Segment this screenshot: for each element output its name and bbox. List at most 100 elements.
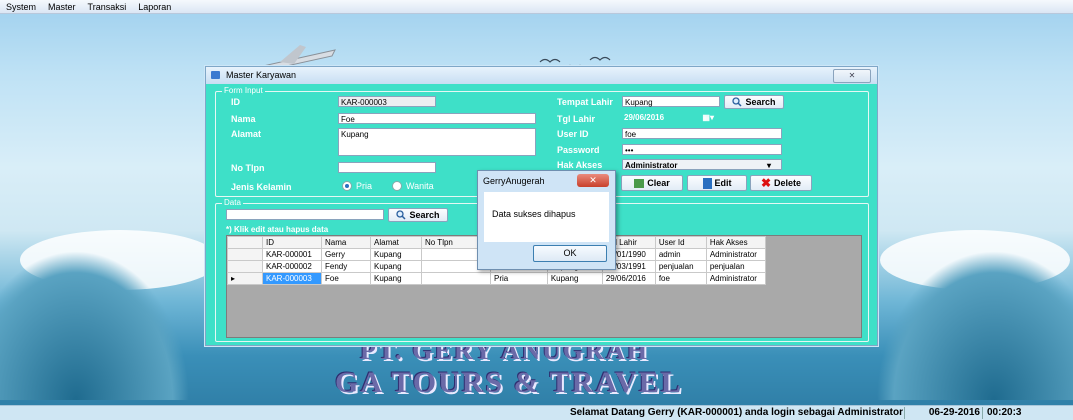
- table-cell[interactable]: Administrator: [705, 272, 766, 285]
- clear-icon: [634, 178, 645, 188]
- edit-icon: [702, 177, 712, 189]
- alamat-label: Alamat: [231, 129, 262, 139]
- radio-pria[interactable]: Pria: [342, 181, 372, 191]
- delete-x-icon: ✖: [760, 176, 772, 190]
- radio-wanita-label: Wanita: [406, 181, 434, 191]
- password-label: Password: [557, 145, 600, 155]
- alamat-field[interactable]: Kupang: [338, 128, 536, 156]
- brand-tagline: GA TOURS & TRAVEL: [335, 366, 683, 399]
- data-hint: *) Klik edit atau hapus data: [226, 225, 329, 234]
- no-tlpn-label: No Tlpn: [231, 163, 265, 173]
- password-field[interactable]: •••: [622, 144, 782, 155]
- search-icon: [396, 210, 407, 220]
- tgl-lahir-picker[interactable]: 29/06/2016 ▦▾: [622, 112, 720, 123]
- radio-wanita[interactable]: Wanita: [392, 181, 434, 191]
- table-cell[interactable]: penjualan: [705, 260, 766, 273]
- clear-button[interactable]: Clear: [621, 175, 683, 191]
- tgl-lahir-label: Tgl Lahir: [557, 114, 595, 124]
- nama-label: Nama: [231, 114, 256, 124]
- table-cell[interactable]: Fendy: [321, 260, 371, 273]
- table-cell[interactable]: KAR-000001: [262, 248, 322, 261]
- status-message: Selamat Datang Gerry (KAR-000001) anda l…: [569, 407, 903, 418]
- window-close-button[interactable]: ✕: [833, 69, 871, 83]
- dialog-ok-button[interactable]: OK: [533, 245, 607, 262]
- clear-button-label: Clear: [647, 178, 670, 188]
- table-cell[interactable]: Gerry: [321, 248, 371, 261]
- delete-button[interactable]: ✖ Delete: [750, 175, 812, 191]
- table-cell[interactable]: [421, 272, 491, 285]
- menu-system[interactable]: System: [6, 2, 36, 12]
- status-separator: [904, 407, 905, 419]
- tempat-lahir-label: Tempat Lahir: [557, 97, 613, 107]
- menu-laporan[interactable]: Laporan: [138, 2, 171, 12]
- status-date: 06-29-2016: [928, 407, 980, 418]
- column-header[interactable]: Nama: [321, 236, 371, 249]
- radio-pria-dot: [342, 181, 352, 191]
- jenis-kelamin-label: Jenis Kelamin: [231, 182, 292, 192]
- hak-akses-value: Administrator: [625, 161, 678, 170]
- nama-field[interactable]: Foe: [338, 113, 536, 124]
- table-cell[interactable]: KAR-000002: [262, 260, 322, 273]
- table-cell[interactable]: Administrator: [705, 248, 766, 261]
- calendar-icon[interactable]: ▦▾: [702, 112, 714, 123]
- row-selector[interactable]: [227, 260, 263, 273]
- chevron-down-icon: ▾: [766, 161, 771, 170]
- user-id-field[interactable]: foe: [622, 128, 782, 139]
- status-time: 00:20:3: [987, 407, 1022, 418]
- menu-master[interactable]: Master: [48, 2, 76, 12]
- menu-bar: System Master Transaksi Laporan: [0, 0, 1073, 14]
- data-search-input[interactable]: [226, 209, 384, 220]
- row-selector[interactable]: ▸: [227, 272, 263, 285]
- message-dialog: GerryAnugerah ✕ Data sukses dihapus OK: [477, 170, 616, 270]
- column-header[interactable]: Alamat: [370, 236, 422, 249]
- background-globe-right: [876, 250, 1073, 400]
- dialog-message: Data sukses dihapus: [492, 209, 576, 219]
- table-cell[interactable]: Pria: [490, 272, 548, 285]
- delete-button-label: Delete: [774, 178, 802, 188]
- table-row[interactable]: ▸ KAR-000003 Foe Kupang Pria Kupang 29/06/2016…: [227, 272, 766, 285]
- hak-akses-select[interactable]: Administrator ▾: [622, 159, 782, 170]
- search-tempat-button[interactable]: Search: [724, 95, 784, 109]
- column-header[interactable]: ID: [262, 236, 322, 249]
- tempat-lahir-field[interactable]: Kupang: [622, 96, 720, 107]
- row-selector[interactable]: [227, 248, 263, 261]
- hak-akses-label: Hak Akses: [557, 160, 603, 170]
- table-cell[interactable]: Foe: [321, 272, 371, 285]
- table-cell[interactable]: 29/06/2016: [601, 272, 656, 285]
- radio-pria-label: Pria: [356, 181, 373, 191]
- data-search-button[interactable]: Search: [388, 208, 448, 222]
- radio-wanita-dot: [392, 181, 402, 191]
- window-app-icon: [211, 71, 220, 79]
- table-cell[interactable]: Kupang: [370, 260, 422, 273]
- tgl-lahir-value: 29/06/2016: [624, 113, 665, 122]
- edit-button[interactable]: Edit: [687, 175, 747, 191]
- window-title: Master Karyawan: [226, 70, 297, 80]
- table-cell[interactable]: foe: [654, 272, 707, 285]
- table-cell[interactable]: admin: [654, 248, 707, 261]
- menu-transaksi[interactable]: Transaksi: [88, 2, 127, 12]
- no-tlpn-field[interactable]: [338, 162, 436, 173]
- row-header-corner: [227, 236, 263, 249]
- status-separator: [982, 407, 983, 419]
- window-titlebar: Master Karyawan ✕: [206, 67, 877, 84]
- data-group-label: Data: [222, 198, 243, 207]
- table-cell[interactable]: KAR-000003: [262, 272, 322, 285]
- column-header[interactable]: Hak Akses: [705, 236, 766, 249]
- id-field[interactable]: KAR-000003: [338, 96, 436, 107]
- form-input-group-label: Form Input: [222, 86, 265, 95]
- data-search-label: Search: [409, 210, 440, 220]
- status-bar: Selamat Datang Gerry (KAR-000001) anda l…: [0, 405, 1073, 420]
- id-label: ID: [231, 97, 240, 107]
- table-cell[interactable]: Kupang: [370, 272, 422, 285]
- table-cell[interactable]: Kupang: [370, 248, 422, 261]
- dialog-close-button[interactable]: ✕: [577, 174, 609, 187]
- dialog-body: Data sukses dihapus: [484, 192, 609, 242]
- column-header[interactable]: User Id: [654, 236, 707, 249]
- search-tempat-label: Search: [745, 97, 776, 107]
- table-cell[interactable]: penjualan: [654, 260, 707, 273]
- user-id-label: User ID: [557, 129, 589, 139]
- background-globe-left: [0, 250, 190, 400]
- search-icon: [732, 97, 743, 107]
- edit-button-label: Edit: [714, 178, 732, 188]
- table-cell[interactable]: Kupang: [546, 272, 603, 285]
